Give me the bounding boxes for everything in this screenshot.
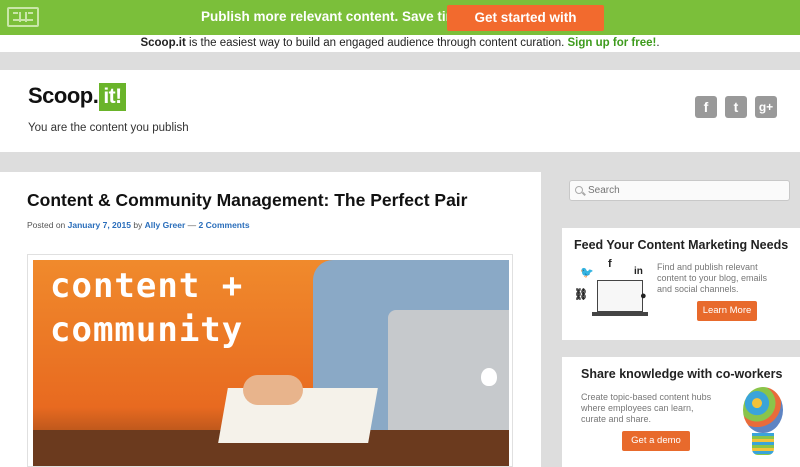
meta-separator: — (185, 220, 199, 230)
site-header: Scoop. it! You are the content you publis… (0, 70, 800, 152)
tagline-brand: Scoop.it (140, 37, 186, 49)
promo-bar: Publish more relevant content. Save time… (0, 0, 800, 51)
lightbulb-base-icon (752, 433, 774, 455)
post-meta: Posted on January 7, 2015 by Ally Greer … (27, 220, 250, 230)
scoopit-logo-icon[interactable] (7, 7, 39, 27)
site-logo[interactable]: Scoop. it! (28, 83, 126, 111)
google-plus-icon[interactable]: g+ (755, 96, 777, 118)
laptop-base-icon (592, 312, 648, 316)
share-knowledge-widget: Share knowledge with co-workers Create t… (562, 357, 800, 467)
widget-title: Share knowledge with co-workers (581, 367, 783, 381)
site-description: You are the content you publish (28, 122, 189, 134)
image-hand (243, 375, 303, 405)
facebook-icon[interactable]: f (695, 96, 717, 118)
by-label: by (130, 220, 145, 230)
promo-message: Publish more relevant content. Save time… (201, 9, 469, 24)
linkedin-icon: in (634, 266, 643, 277)
people-icon: ● (640, 290, 647, 302)
image-text-community: community (50, 310, 244, 350)
tagline-end: . (656, 37, 660, 49)
post-date-link[interactable]: January 7, 2015 (68, 220, 131, 230)
article-card: Content & Community Management: The Perf… (0, 172, 541, 467)
facebook-small-icon: f (608, 258, 612, 270)
laptop-illustration-icon (597, 280, 643, 312)
comments-link[interactable]: 2 Comments (199, 220, 250, 230)
author-link[interactable]: Ally Greer (145, 220, 186, 230)
logo-main: Scoop. (28, 83, 99, 108)
signup-link[interactable]: Sign up for free! (568, 37, 657, 49)
logo-it: it! (99, 83, 126, 111)
search-icon (575, 186, 583, 194)
get-demo-button[interactable]: Get a demo (622, 431, 690, 451)
post-featured-image[interactable]: content + community (27, 254, 513, 467)
tagline-text: is the easiest way to build an engaged a… (185, 37, 568, 49)
search-field[interactable] (569, 180, 790, 201)
search-input[interactable] (588, 183, 783, 198)
widget-description: Find and publish relevant content to you… (657, 262, 768, 294)
apple-logo-icon (481, 368, 497, 386)
tagline-bar: Scoop.it is the easiest way to build an … (0, 35, 800, 52)
get-started-button[interactable]: Get started with Scoop.it (447, 5, 604, 51)
image-text-content: content + (50, 266, 244, 306)
link-icon: ⛓ (574, 289, 588, 301)
posted-on-label: Posted on (27, 220, 68, 230)
post-title[interactable]: Content & Community Management: The Perf… (27, 190, 467, 211)
widget-description: Create topic-based content hubs where em… (581, 392, 712, 424)
twitter-icon[interactable]: t (725, 96, 747, 118)
learn-more-button[interactable]: Learn More (697, 301, 757, 321)
lightbulb-icon (743, 387, 783, 433)
widget-title: Feed Your Content Marketing Needs (574, 238, 789, 252)
content-marketing-widget: Feed Your Content Marketing Needs 🐦 f in… (562, 228, 800, 340)
post-image-photo: content + community (33, 260, 509, 466)
twitter-bird-icon: 🐦 (580, 267, 594, 279)
